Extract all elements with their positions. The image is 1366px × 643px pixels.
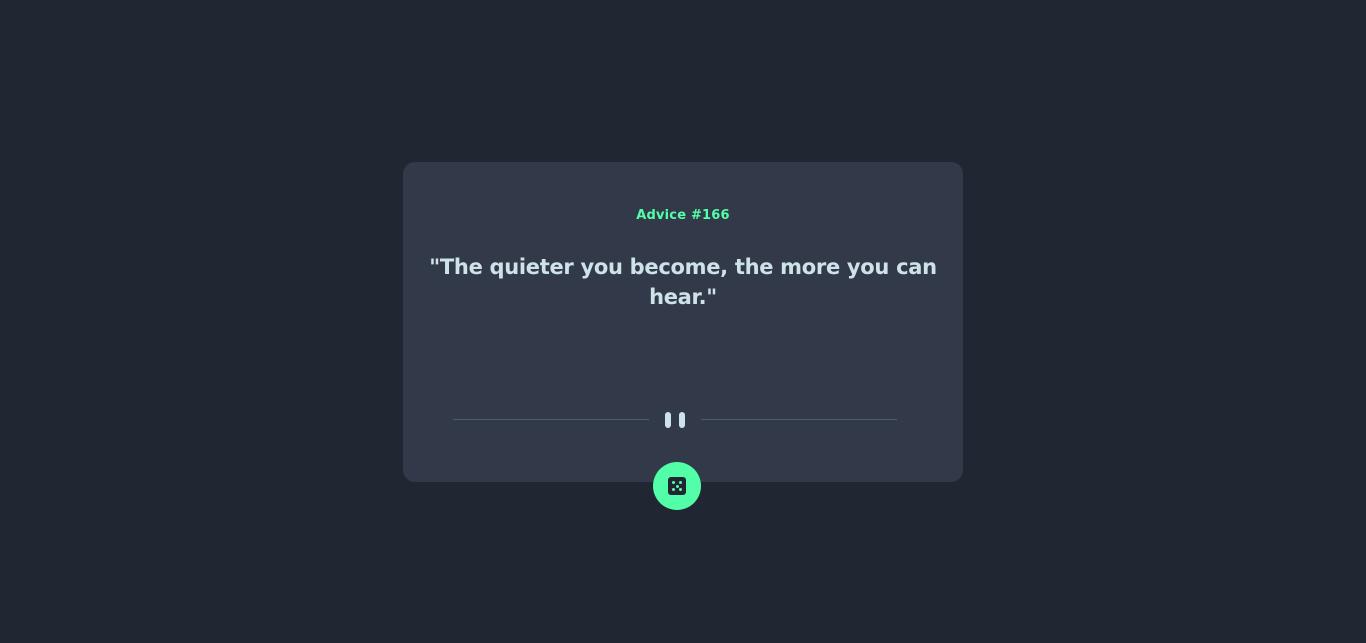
advice-card: Advice #166 "The quieter you become, the… [403, 162, 963, 482]
page: Advice #166 "The quieter you become, the… [0, 0, 1366, 643]
pattern-divider [453, 410, 897, 430]
advice-quote: "The quieter you become, the more you ca… [429, 255, 937, 309]
dice-icon [668, 477, 686, 495]
advice-number: Advice #166 [636, 208, 730, 223]
new-advice-button[interactable] [653, 462, 701, 510]
pause-icon [665, 412, 685, 428]
divider-line-left [453, 419, 649, 420]
divider-line-right [701, 419, 897, 420]
